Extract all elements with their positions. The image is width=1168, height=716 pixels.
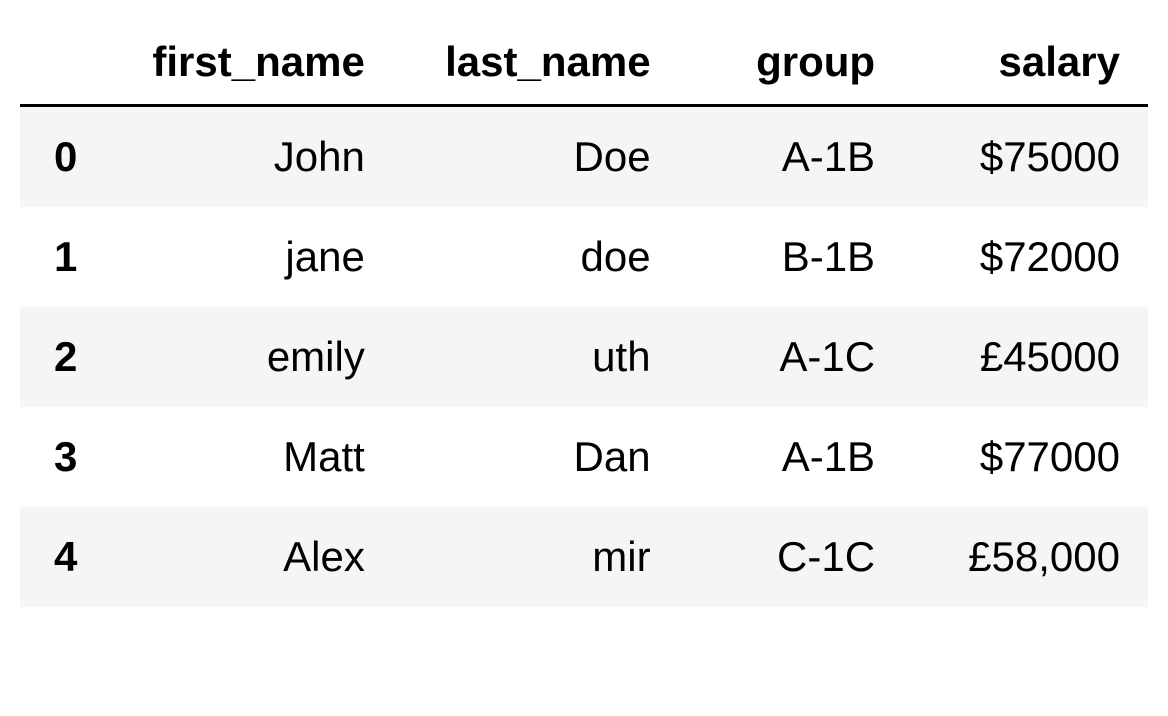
cell-first-name: emily bbox=[107, 307, 393, 407]
cell-group: A-1C bbox=[679, 307, 904, 407]
cell-first-name: Matt bbox=[107, 407, 393, 507]
cell-last-name: uth bbox=[393, 307, 679, 407]
table-row: 0 John Doe A-1B $75000 bbox=[20, 106, 1148, 208]
row-index: 3 bbox=[20, 407, 107, 507]
cell-salary: £58,000 bbox=[903, 507, 1148, 607]
table-row: 4 Alex mir C-1C £58,000 bbox=[20, 507, 1148, 607]
row-index: 0 bbox=[20, 106, 107, 208]
cell-group: B-1B bbox=[679, 207, 904, 307]
cell-last-name: Doe bbox=[393, 106, 679, 208]
cell-salary: $72000 bbox=[903, 207, 1148, 307]
table-row: 3 Matt Dan A-1B $77000 bbox=[20, 407, 1148, 507]
table-header-first-name: first_name bbox=[107, 20, 393, 106]
cell-group: A-1B bbox=[679, 407, 904, 507]
table-row: 2 emily uth A-1C £45000 bbox=[20, 307, 1148, 407]
cell-first-name: Alex bbox=[107, 507, 393, 607]
table-row: 1 jane doe B-1B $72000 bbox=[20, 207, 1148, 307]
table-header-index bbox=[20, 20, 107, 106]
row-index: 2 bbox=[20, 307, 107, 407]
row-index: 1 bbox=[20, 207, 107, 307]
cell-last-name: doe bbox=[393, 207, 679, 307]
cell-salary: $77000 bbox=[903, 407, 1148, 507]
cell-last-name: Dan bbox=[393, 407, 679, 507]
cell-first-name: jane bbox=[107, 207, 393, 307]
cell-group: C-1C bbox=[679, 507, 904, 607]
cell-salary: £45000 bbox=[903, 307, 1148, 407]
table-header-salary: salary bbox=[903, 20, 1148, 106]
table-header-group: group bbox=[679, 20, 904, 106]
cell-salary: $75000 bbox=[903, 106, 1148, 208]
table-header-last-name: last_name bbox=[393, 20, 679, 106]
data-table: first_name last_name group salary 0 John… bbox=[20, 20, 1148, 607]
row-index: 4 bbox=[20, 507, 107, 607]
cell-last-name: mir bbox=[393, 507, 679, 607]
cell-first-name: John bbox=[107, 106, 393, 208]
table-header-row: first_name last_name group salary bbox=[20, 20, 1148, 106]
cell-group: A-1B bbox=[679, 106, 904, 208]
